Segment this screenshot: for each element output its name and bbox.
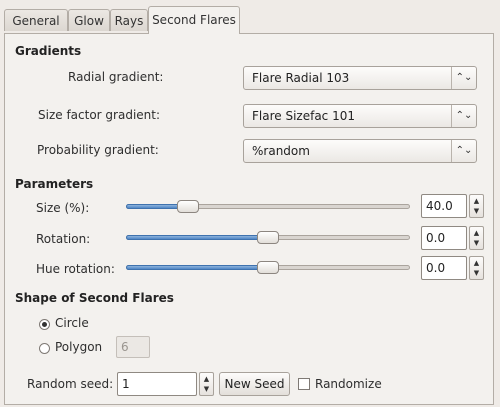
chevron-down-icon[interactable]: ▼ — [200, 385, 213, 393]
tab-rays[interactable]: Rays — [110, 9, 148, 31]
chevron-up-icon[interactable]: ▲ — [470, 229, 483, 237]
chevron-down-icon[interactable]: ▼ — [470, 269, 483, 277]
tab-second-flares-label: Second Flares — [152, 13, 236, 27]
gradients-heading: Gradients — [15, 44, 82, 58]
size-factor-gradient-select[interactable]: Flare Sizefac 101 ⌃⌄ — [243, 104, 477, 128]
polygon-sides-field: 6 — [116, 336, 150, 358]
spin-buttons[interactable]: ▲ ▼ — [469, 194, 484, 218]
spin-buttons[interactable]: ▲ ▼ — [199, 372, 214, 396]
slider-handle[interactable] — [257, 261, 279, 274]
tab-glow[interactable]: Glow — [68, 9, 110, 31]
size-label: Size (%): — [36, 201, 90, 215]
randomize-label[interactable]: Randomize — [315, 377, 382, 391]
spin-buttons[interactable]: ▲ ▼ — [469, 226, 484, 250]
radial-gradient-label: Radial gradient: — [68, 70, 164, 84]
random-seed-label: Random seed: — [27, 377, 114, 391]
radial-gradient-value: Flare Radial 103 — [252, 71, 350, 85]
slider-fill — [126, 235, 268, 240]
up-down-chevron-icon: ⌃⌄ — [451, 140, 476, 162]
chevron-up-icon[interactable]: ▲ — [200, 375, 213, 383]
chevron-down-icon[interactable]: ▼ — [470, 207, 483, 215]
slider-handle[interactable] — [257, 231, 279, 244]
circle-label[interactable]: Circle — [55, 316, 89, 330]
up-down-chevron-icon: ⌃⌄ — [451, 67, 476, 89]
radial-gradient-select[interactable]: Flare Radial 103 ⌃⌄ — [243, 66, 477, 90]
size-spinner[interactable]: 40.0 ▲ ▼ — [421, 194, 485, 218]
parameters-heading: Parameters — [15, 177, 94, 191]
tab-glow-label: Glow — [74, 14, 104, 28]
polygon-radio[interactable] — [39, 343, 50, 354]
tab-second-flares[interactable]: Second Flares — [148, 6, 240, 34]
size-factor-gradient-label: Size factor gradient: — [38, 108, 161, 122]
randomize-checkbox[interactable] — [298, 378, 310, 390]
probability-gradient-select[interactable]: %random ⌃⌄ — [243, 139, 477, 163]
slider-handle[interactable] — [177, 200, 199, 213]
hue-rotation-value-field[interactable]: 0.0 — [421, 256, 467, 280]
tab-general[interactable]: General — [4, 9, 68, 31]
hue-rotation-spinner[interactable]: 0.0 ▲ ▼ — [421, 256, 485, 280]
rotation-value-field[interactable]: 0.0 — [421, 226, 467, 250]
rotation-label: Rotation: — [36, 232, 91, 246]
random-seed-spinner[interactable]: 1 ▲ ▼ — [117, 372, 215, 396]
up-down-chevron-icon: ⌃⌄ — [451, 105, 476, 127]
circle-radio[interactable] — [39, 319, 50, 330]
new-seed-button[interactable]: New Seed — [219, 372, 290, 396]
chevron-up-icon[interactable]: ▲ — [470, 259, 483, 267]
slider-fill — [126, 265, 268, 270]
chevron-up-icon[interactable]: ▲ — [470, 197, 483, 205]
chevron-down-icon[interactable]: ▼ — [470, 239, 483, 247]
spin-buttons[interactable]: ▲ ▼ — [469, 256, 484, 280]
size-factor-gradient-value: Flare Sizefac 101 — [252, 109, 355, 123]
hue-rotation-slider[interactable] — [126, 258, 410, 278]
probability-gradient-value: %random — [252, 144, 310, 158]
rotation-spinner[interactable]: 0.0 ▲ ▼ — [421, 226, 485, 250]
tab-general-label: General — [12, 14, 60, 28]
tab-rays-label: Rays — [114, 14, 144, 28]
size-value-field[interactable]: 40.0 — [421, 194, 467, 218]
hue-rotation-label: Hue rotation: — [36, 262, 115, 276]
shape-heading: Shape of Second Flares — [15, 291, 174, 305]
polygon-label[interactable]: Polygon — [55, 340, 102, 354]
random-seed-field[interactable]: 1 — [117, 372, 197, 396]
size-slider[interactable] — [126, 197, 410, 217]
probability-gradient-label: Probability gradient: — [37, 143, 159, 157]
rotation-slider[interactable] — [126, 228, 410, 248]
